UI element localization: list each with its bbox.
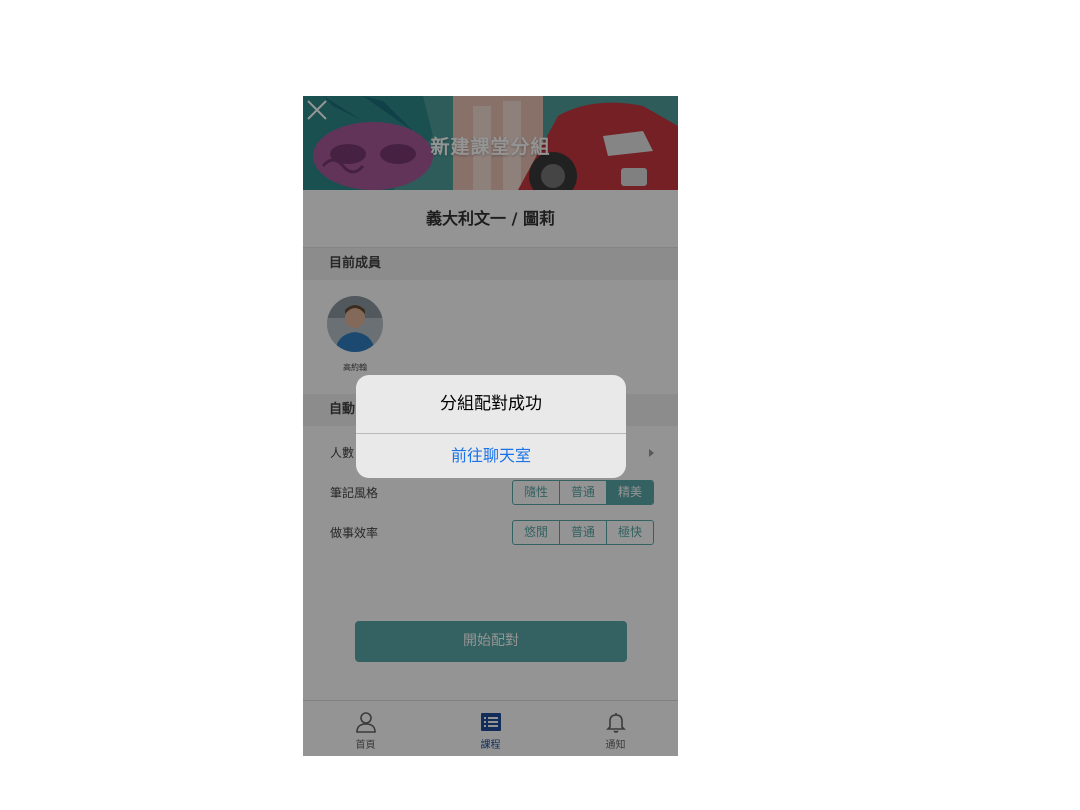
go-to-chatroom-button[interactable]: 前往聊天室 xyxy=(356,434,626,478)
alert-title: 分組配對成功 xyxy=(356,375,626,434)
success-alert-dialog: 分組配對成功 前往聊天室 xyxy=(356,375,626,478)
